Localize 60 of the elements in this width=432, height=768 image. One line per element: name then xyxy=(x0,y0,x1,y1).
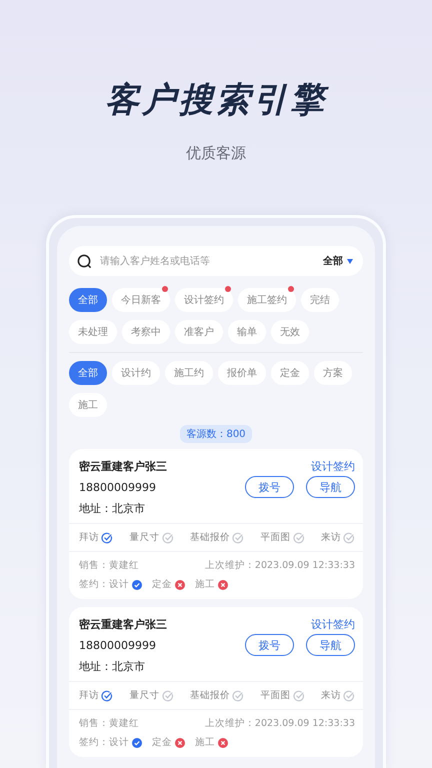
filter-chip[interactable]: 考察中 xyxy=(122,320,170,344)
sign-item: 定金 xyxy=(152,578,172,591)
customer-card[interactable]: 密云重建客户张三 设计签约 18800009999 拨号 导航 地址：北京市 拜访 量尺寸 基础报价 平面图 来访 销售：黄建红 上次维护：2023.09.09 12:33:33 签约：设计 定金 施工 xyxy=(69,449,363,599)
step-label: 平面图 xyxy=(260,689,290,702)
last-maintained: 上次维护：2023.09.09 12:33:33 xyxy=(204,717,355,730)
sales-person: 销售：黄建红 xyxy=(79,717,139,730)
customer-card[interactable]: 密云重建客户张三 设计签约 18800009999 拨号 导航 地址：北京市 拜访 量尺寸 基础报价 平面图 来访 销售：黄建红 上次维护：2023.09.09 12:33:33 签约：设计 定金 施工 xyxy=(69,607,363,757)
filter-chip[interactable]: 无效 xyxy=(271,320,309,344)
step-label: 来访 xyxy=(321,689,341,702)
step-label: 拜访 xyxy=(79,531,99,544)
step-label: 拜访 xyxy=(79,689,99,702)
phone-number: 18800009999 xyxy=(79,638,156,652)
status-label: 设计签约 xyxy=(311,617,355,632)
call-button[interactable]: 拨号 xyxy=(245,634,294,656)
headline: 客户搜索引擎 xyxy=(105,79,327,122)
step-label: 基础报价 xyxy=(190,689,230,702)
filter-chip[interactable]: 方案 xyxy=(314,361,352,385)
sign-item: 施工 xyxy=(195,736,215,749)
address: 地址：北京市 xyxy=(79,501,146,516)
scope-dropdown[interactable]: 全部 xyxy=(323,254,353,268)
last-maintained: 上次维护：2023.09.09 12:33:33 xyxy=(204,559,355,572)
step-label: 量尺寸 xyxy=(130,531,160,544)
phone-number: 18800009999 xyxy=(79,480,156,494)
status-label: 设计签约 xyxy=(311,459,355,474)
sign-item: 设计 xyxy=(109,578,129,591)
subtitle: 优质客源 xyxy=(186,144,246,163)
sign-item: 施工 xyxy=(195,578,215,591)
address: 地址：北京市 xyxy=(79,659,146,674)
sign-item: 设计 xyxy=(109,736,129,749)
navigate-button[interactable]: 导航 xyxy=(306,634,355,656)
filter-chip[interactable]: 未处理 xyxy=(69,320,117,344)
step-label: 量尺寸 xyxy=(130,689,160,702)
customer-name: 密云重建客户张三 xyxy=(79,617,167,632)
call-button[interactable]: 拨号 xyxy=(245,476,294,498)
customer-name: 密云重建客户张三 xyxy=(79,459,167,474)
search-icon xyxy=(77,254,92,268)
sign-label: 签约： xyxy=(79,578,109,591)
filter-chip[interactable]: 准客户 xyxy=(175,320,223,344)
caret-icon xyxy=(347,258,353,264)
filter-chip[interactable]: 今日新客 xyxy=(112,288,170,312)
step-label: 来访 xyxy=(321,531,341,544)
sign-item: 定金 xyxy=(152,736,172,749)
filter-chip[interactable]: 施工约 xyxy=(165,361,213,385)
navigate-button[interactable]: 导航 xyxy=(306,476,355,498)
filter-chip[interactable]: 完结 xyxy=(301,288,339,312)
step-label: 基础报价 xyxy=(190,531,230,544)
filter-chip[interactable]: 施工签约 xyxy=(238,288,296,312)
filter-chip[interactable]: 全部 xyxy=(69,361,107,385)
filter-chip[interactable]: 设计签约 xyxy=(175,288,233,312)
filter-chip[interactable]: 施工 xyxy=(69,393,107,417)
sign-label: 签约： xyxy=(79,736,109,749)
filter-chip[interactable]: 输单 xyxy=(228,320,266,344)
filter-chip[interactable]: 设计约 xyxy=(112,361,160,385)
search-field[interactable]: 请输入客户姓名或电话等 全部 xyxy=(69,246,363,276)
filter-chip[interactable]: 报价单 xyxy=(218,361,266,385)
step-label: 平面图 xyxy=(260,531,290,544)
sales-person: 销售：黄建红 xyxy=(79,559,139,572)
filter-chip[interactable]: 定金 xyxy=(271,361,309,385)
filter-chip[interactable]: 全部 xyxy=(69,288,107,312)
count-badge: 客源数：800 xyxy=(180,425,252,443)
